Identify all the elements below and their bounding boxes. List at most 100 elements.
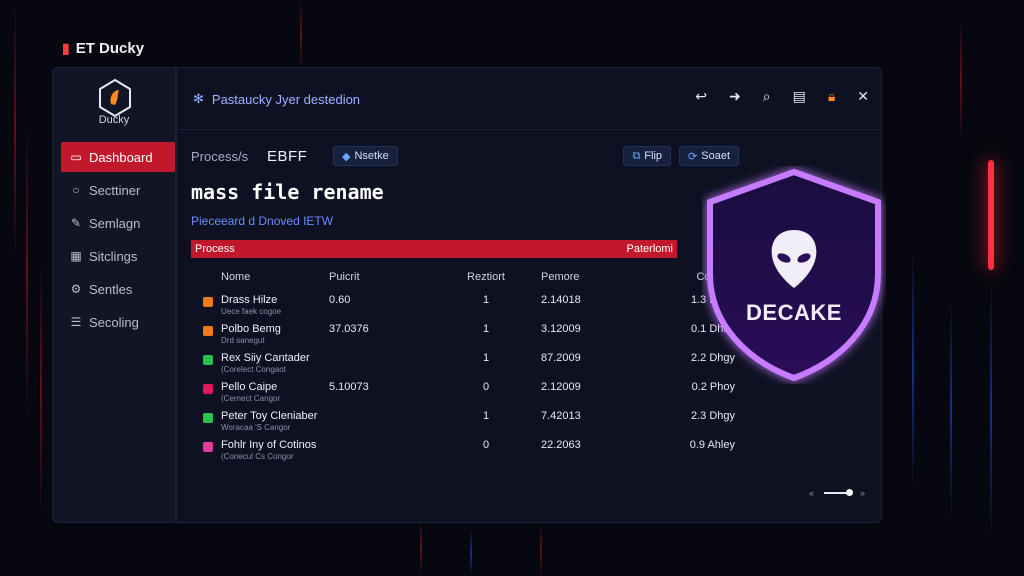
rewind-icon[interactable]: «	[809, 488, 814, 498]
column-header-name[interactable]: Nome	[191, 271, 323, 283]
status-square-icon	[203, 355, 213, 365]
row-subtext: Drd sanegut	[221, 336, 265, 345]
dashboard-icon: ▭	[70, 150, 82, 164]
row-subtext: (Cernect Cangor	[221, 394, 281, 403]
row-subtext: Uece faek cogoe	[221, 307, 282, 316]
logo-icon	[99, 78, 131, 118]
flip-button-label: Flip	[644, 150, 663, 162]
snowflake-icon: ✻	[193, 91, 204, 106]
app-mark-icon: ▮	[62, 40, 70, 56]
row-pemore: 87.2009	[541, 352, 581, 364]
topbar-title-text: Pastaucky Jyer destedion	[211, 91, 361, 107]
lock-icon[interactable]: 🔒︎	[828, 88, 835, 105]
search-icon[interactable]: ⌕	[763, 88, 771, 105]
table-header-bar: Process Paterlomi	[191, 240, 677, 258]
table-header-right: Paterlomi	[626, 243, 673, 255]
column-header-pemore[interactable]: Pemore	[525, 271, 649, 283]
column-header-reztiort[interactable]: Reztiort	[447, 271, 525, 283]
row-pemore: 2.14018	[541, 294, 581, 306]
row-priority: 0.60	[329, 294, 351, 306]
sidebar-item-sentles[interactable]: ⚙ Sentles	[61, 274, 175, 304]
scrub-track[interactable]	[823, 489, 853, 496]
column-header-priority[interactable]: Puicrit	[323, 271, 447, 283]
list-icon: ☰	[70, 315, 82, 329]
document-icon[interactable]: ▤	[793, 88, 806, 105]
row-name: Drass Hilze	[221, 294, 278, 306]
logo-text: Ducky	[98, 114, 130, 126]
row-pemore: 2.12009	[541, 381, 581, 393]
row-name: Rex Siiy Cantader	[221, 352, 310, 364]
status-square-icon	[203, 297, 213, 307]
row-reztiort: 1	[482, 352, 490, 364]
row-reztiort: 0	[482, 439, 490, 451]
settings-icon: ⚙	[70, 282, 82, 296]
network-chip-label: Nsetke	[354, 150, 389, 162]
sidebar-item-label: Sitclings	[89, 248, 138, 264]
status-square-icon	[203, 413, 213, 423]
flip-icon: ⧉	[632, 149, 641, 162]
row-subtext: Woracaa 'S Cangor	[221, 423, 291, 432]
sidebar-item-label: Dashboard	[89, 149, 153, 165]
process-label: Process/s	[191, 148, 249, 164]
status-square-icon	[203, 442, 213, 452]
bird-icon: ◆	[342, 150, 351, 163]
row-subtext: (Corelect Congaot	[221, 365, 286, 374]
row-reztiort: 1	[482, 410, 490, 422]
row-name: Fohlr Iny of Cotinos	[221, 439, 317, 451]
sidebar: Ducky ▭ Dashboard ○ Secttiner ✎ Semlagn …	[52, 67, 176, 523]
socket-button[interactable]: ⟳ Soaet	[679, 146, 739, 166]
scrub-knob[interactable]	[845, 489, 853, 496]
row-contant: 2.3 Dhgy	[690, 410, 735, 422]
red-glow-bar	[988, 160, 994, 270]
shield-label: DECAKE	[746, 300, 842, 325]
playback-scrubber[interactable]: « »	[809, 488, 865, 498]
flip-button[interactable]: ⧉ Flip	[623, 146, 672, 166]
row-pemore: 22.2063	[541, 439, 581, 451]
status-square-icon	[203, 326, 213, 336]
row-pemore: 7.42013	[541, 410, 581, 422]
topbar: ✻ Pastaucky Jyer destedion ↩ ➜ ⌕ ▤ 🔒︎ ✕	[177, 68, 881, 130]
network-chip[interactable]: ◆ Nsetke	[333, 146, 398, 166]
topbar-icons: ↩ ➜ ⌕ ▤ 🔒︎ ✕	[695, 88, 869, 105]
socket-button-label: Soaet	[701, 150, 730, 162]
table-row[interactable]: Fohlr Iny of Cotinos (Conecul Cs Congor 0…	[191, 435, 871, 464]
back-icon[interactable]: ↩	[695, 88, 707, 105]
row-reztiort: 1	[482, 294, 490, 306]
sidebar-item-dashboard[interactable]: ▭ Dashboard	[61, 142, 175, 172]
sidebar-item-label: Sentles	[89, 281, 133, 297]
row-reztiort: 0	[482, 381, 490, 393]
row-priority: 37.0376	[329, 323, 369, 335]
table-row[interactable]: Peter Toy Cleniaber Woracaa 'S Cangor 1 7…	[191, 406, 871, 435]
search-icon: ○	[72, 183, 80, 197]
row-pemore: 3.12009	[541, 323, 581, 335]
close-icon[interactable]: ✕	[857, 88, 869, 105]
sidebar-item-sitclings[interactable]: ▦ Sitclings	[61, 241, 175, 271]
forward-icon[interactable]: ➜	[729, 88, 741, 105]
topbar-title: ✻ Pastaucky Jyer destedion	[193, 91, 360, 107]
shield-icon	[707, 168, 881, 382]
row-reztiort: 1	[482, 323, 490, 335]
sidebar-nav: ▭ Dashboard ○ Secttiner ✎ Semlagn ▦ Sitc…	[61, 142, 175, 340]
sidebar-item-secoling[interactable]: ☰ Secoling	[61, 307, 175, 337]
app-title: ▮ ET Ducky	[62, 40, 144, 57]
row-name: Polbo Bemg	[221, 323, 281, 335]
status-square-icon	[203, 384, 213, 394]
sidebar-item-secttiner[interactable]: ○ Secttiner	[61, 175, 175, 205]
edit-icon: ✎	[70, 216, 82, 230]
row-subtext: (Conecul Cs Congor	[221, 452, 294, 461]
table-header-left: Process	[195, 243, 235, 255]
row-name: Pello Caipe	[221, 381, 278, 393]
socket-icon: ⟳	[688, 150, 698, 163]
process-value: EBFF	[267, 147, 308, 165]
row-priority: 5.10073	[329, 381, 369, 393]
sidebar-item-label: Secttiner	[89, 182, 141, 198]
sidebar-item-label: Secoling	[89, 314, 139, 330]
app-name: ET Ducky	[75, 40, 145, 57]
action-chips: ⧉ Flip ⟳ Soaet	[623, 146, 739, 166]
sidebar-item-semlagn[interactable]: ✎ Semlagn	[61, 208, 175, 238]
row-name: Peter Toy Cleniaber	[221, 410, 318, 422]
row-contant: 0.9 Ahley	[689, 439, 735, 451]
grid-icon: ▦	[70, 249, 82, 263]
sidebar-item-label: Semlagn	[89, 215, 141, 231]
fast-forward-icon[interactable]: »	[860, 488, 865, 498]
